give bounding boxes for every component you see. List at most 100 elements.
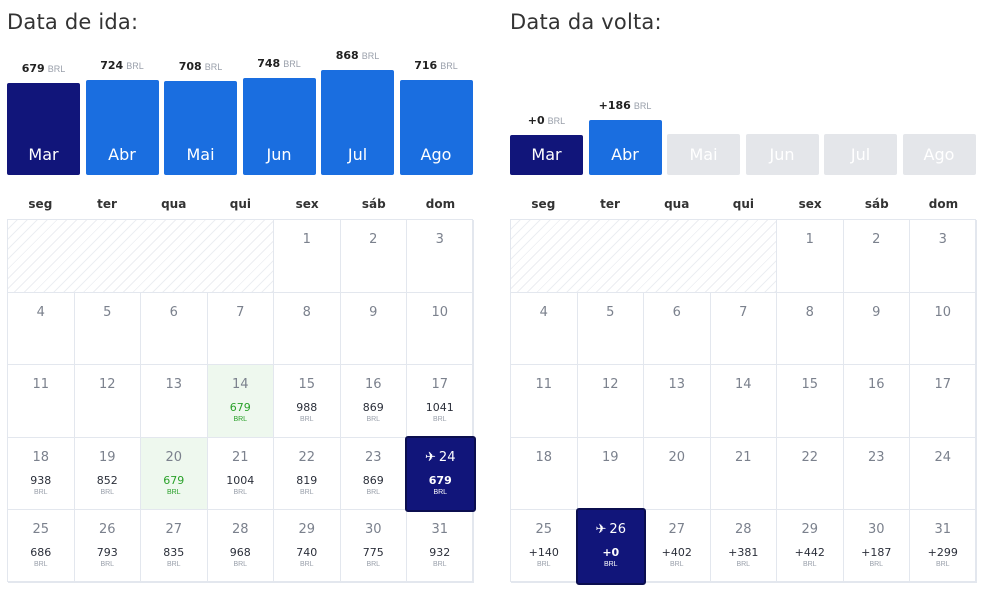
depart-day-cell-22[interactable]: 22 819 BRL	[274, 437, 341, 511]
depart-day-cell-19[interactable]: 19 852 BRL	[74, 437, 141, 511]
day-number-text: 5	[606, 304, 615, 320]
depart-month-button-mar[interactable]: Mar	[7, 83, 80, 175]
month-price-currency: BRL	[633, 101, 652, 111]
day-number: 12	[75, 377, 141, 392]
depart-day-cell-17[interactable]: 17 1041 BRL	[407, 365, 474, 438]
depart-month-mai: 708 BRL Mai	[164, 57, 237, 175]
day-number: 18	[8, 450, 74, 465]
depart-month-price: 724 BRL	[86, 56, 159, 74]
return-month-button-jun: Jun	[745, 134, 819, 175]
return-month-bar-chart: +0 BRL Mar +186 BRL Abr Mai Jun Jul Ago	[510, 0, 977, 175]
return-day-cell-28[interactable]: 28 +381 BRL	[710, 510, 777, 583]
depart-month-button-abr[interactable]: Abr	[85, 79, 159, 175]
day-number-text: 17	[431, 377, 449, 393]
return-day-cell-25[interactable]: 25 +140 BRL	[511, 510, 578, 583]
return-day-cell-7: 7	[710, 292, 777, 366]
day-price-currency: BRL	[233, 561, 248, 569]
return-month-button-abr[interactable]: Abr	[588, 120, 662, 175]
return-month-button-mar[interactable]: Mar	[510, 135, 583, 175]
day-number: 13	[141, 377, 207, 392]
day-price: 740	[296, 546, 318, 560]
day-price-currency: BRL	[669, 561, 684, 569]
return-month-ago: Ago	[902, 110, 976, 175]
depart-day-cell-16[interactable]: 16 869 BRL	[340, 365, 407, 438]
depart-day-cell-23[interactable]: 23 869 BRL	[340, 437, 407, 511]
return-day-cell-12: 12	[577, 365, 644, 438]
day-number-text: 20	[165, 449, 183, 465]
day-price: 679	[163, 473, 185, 487]
depart-month-button-mai[interactable]: Mai	[164, 81, 237, 175]
depart-calendar-grid: 1 2 3 4 5 6 7 8 9 10 11 12 13 14 679 BRL 15 988 BRL 16 869 BR…	[7, 219, 476, 583]
return-day-cell-26[interactable]: ✈ 26 +0 BRL	[575, 508, 646, 585]
depart-month-mar: 679 BRL Mar	[7, 59, 80, 175]
day-number: 4	[8, 305, 74, 320]
depart-day-cell-20[interactable]: 20 679 BRL	[141, 437, 208, 511]
depart-day-cell-29[interactable]: 29 740 BRL	[274, 510, 341, 583]
return-day-cell-9: 9	[843, 292, 910, 366]
return-day-cell-30[interactable]: 30 +187 BRL	[843, 510, 910, 583]
depart-month-button-jul[interactable]: Jul	[321, 70, 394, 175]
return-day-cell-27[interactable]: 27 +402 BRL	[644, 510, 711, 583]
day-number-text: 7	[236, 304, 245, 320]
depart-day-cell-4: 4	[8, 292, 75, 366]
day-number-text: 14	[231, 377, 249, 393]
month-price-amount: 868	[335, 49, 359, 62]
day-number: 22	[274, 450, 340, 465]
return-day-cell-11: 11	[511, 365, 578, 438]
day-price: 686	[30, 546, 52, 560]
depart-month-jul: 868 BRL Jul	[321, 46, 394, 175]
day-price-currency: BRL	[536, 561, 551, 569]
return-month-mar: +0 BRL Mar	[510, 111, 583, 175]
day-number: 13	[644, 377, 710, 392]
day-number-text: 25	[535, 522, 553, 538]
depart-day-cell-28[interactable]: 28 968 BRL	[207, 510, 274, 583]
return-day-cell-14: 14	[710, 365, 777, 438]
return-day-cell-3: 3	[910, 220, 977, 293]
return-day-cell-31[interactable]: 31 +299 BRL	[910, 510, 977, 583]
day-number-text: 13	[668, 377, 686, 393]
month-price-amount: 748	[257, 57, 281, 71]
depart-day-cell-2: 2	[340, 220, 407, 293]
depart-day-cell-21[interactable]: 21 1004 BRL	[207, 437, 274, 511]
depart-day-cell-27[interactable]: 27 835 BRL	[141, 510, 208, 583]
month-price-amount: +186	[598, 99, 631, 112]
month-price-amount: 679	[21, 62, 45, 75]
month-price-currency: BRL	[47, 64, 66, 74]
day-number: 25	[511, 522, 577, 537]
day-price-currency: BRL	[869, 561, 884, 569]
depart-day-cell-26[interactable]: 26 793 BRL	[74, 510, 141, 583]
day-price: 679	[229, 401, 251, 415]
day-number-text: 24	[934, 449, 952, 465]
depart-day-cell-31[interactable]: 31 932 BRL	[407, 510, 474, 583]
day-price-currency: BRL	[166, 561, 181, 569]
day-price: 775	[362, 546, 384, 560]
depart-day-cell-14[interactable]: 14 679 BRL	[207, 365, 274, 438]
month-price-currency: BRL	[283, 59, 301, 70]
month-price-amount: +0	[527, 114, 545, 127]
month-price-currency: BRL	[204, 62, 223, 73]
depart-day-cell-30[interactable]: 30 775 BRL	[340, 510, 407, 583]
day-price: 968	[229, 546, 251, 560]
day-price: +381	[728, 546, 759, 560]
depart-month-button-jun[interactable]: Jun	[242, 78, 316, 175]
day-number: 31	[407, 522, 473, 537]
depart-day-cell-18[interactable]: 18 938 BRL	[8, 437, 75, 511]
day-price: +0	[602, 546, 620, 560]
return-day-cell-18: 18	[511, 437, 578, 511]
day-price: +442	[794, 546, 825, 560]
return-day-cell-24: 24	[910, 437, 977, 511]
weekday-label: seg	[28, 197, 53, 211]
day-number: 8	[274, 305, 340, 320]
depart-day-cell-25[interactable]: 25 686 BRL	[8, 510, 75, 583]
depart-day-cell-1: 1	[274, 220, 341, 293]
day-price: +187	[861, 546, 892, 560]
return-day-cell-29[interactable]: 29 +442 BRL	[777, 510, 844, 583]
depart-day-cell-11: 11	[8, 365, 75, 438]
weekday-label: qua	[161, 197, 187, 211]
depart-day-cell-24[interactable]: ✈ 24 679 BRL	[405, 435, 476, 513]
depart-month-abr: 724 BRL Abr	[85, 56, 159, 175]
depart-day-cell-15[interactable]: 15 988 BRL	[274, 365, 341, 438]
depart-day-cell-6: 6	[141, 292, 208, 366]
depart-month-button-ago[interactable]: Ago	[399, 80, 473, 175]
day-number-text: 26	[609, 522, 626, 538]
